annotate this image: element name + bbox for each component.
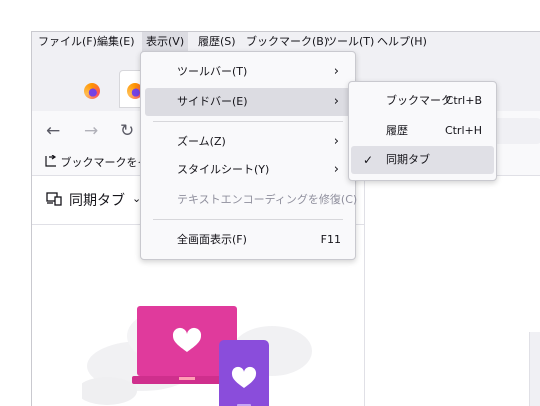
menu-item-label: スタイルシート(Y) — [177, 163, 270, 176]
menu-bookmarks[interactable]: ブックマーク(B) — [246, 32, 328, 52]
page-content — [365, 176, 540, 406]
back-icon[interactable]: ← — [46, 121, 60, 141]
synced-tabs-illustration — [82, 306, 312, 406]
menu-view[interactable]: 表示(V) — [142, 32, 189, 52]
view-menu-dropdown: ツールバー(T) › サイドバー(E) › ズーム(Z) › スタイルシート(Y… — [140, 51, 357, 260]
submenu-item-bookmarks[interactable]: ブックマーク Ctrl+B — [351, 87, 494, 115]
menu-bar: ファイル(F) 編集(E) 表示(V) 履歴(S) ブックマーク(B) ツール(… — [32, 32, 540, 52]
menu-separator — [153, 219, 343, 220]
forward-icon[interactable]: → — [84, 121, 98, 141]
import-bookmarks-icon — [45, 154, 57, 167]
sidebar-title: 同期タブ — [69, 193, 125, 209]
menu-item-toolbars[interactable]: ツールバー(T) › — [145, 58, 351, 86]
menu-help[interactable]: ヘルプ(H) — [377, 32, 427, 52]
menu-item-label: ツールバー(T) — [177, 65, 248, 78]
menu-item-label: ブックマーク — [386, 94, 452, 107]
menu-item-repair-encoding[interactable]: テキストエンコーディングを修復(C) — [145, 186, 357, 214]
menu-item-label: サイドバー(E) — [177, 95, 248, 108]
reload-icon[interactable]: ↻ — [120, 121, 134, 141]
menu-item-shortcut: Ctrl+B — [445, 94, 482, 107]
menu-item-shortcut: Ctrl+H — [444, 124, 482, 137]
menu-item-label: 同期タブ — [386, 153, 430, 166]
menu-item-zoom[interactable]: ズーム(Z) › — [145, 128, 351, 156]
submenu-item-synced-tabs[interactable]: ✓ 同期タブ — [351, 146, 494, 174]
menu-item-fullscreen[interactable]: 全画面表示(F) F11 — [145, 226, 351, 254]
scrollbar[interactable] — [529, 332, 540, 406]
sidebar-submenu: ブックマーク Ctrl+B 履歴 Ctrl+H ✓ 同期タブ — [348, 81, 497, 181]
menu-separator — [153, 121, 343, 122]
menu-item-sidebar[interactable]: サイドバー(E) › — [145, 88, 351, 116]
menu-item-shortcut: F11 — [320, 233, 341, 246]
menu-item-label: 履歴 — [386, 124, 408, 137]
menu-item-label: 全画面表示(F) — [177, 233, 247, 246]
chevron-right-icon: › — [333, 134, 339, 149]
menu-file[interactable]: ファイル(F) — [38, 32, 97, 52]
menu-tools[interactable]: ツール(T) — [326, 32, 374, 52]
chevron-right-icon: › — [333, 162, 339, 177]
synced-tabs-icon — [46, 192, 62, 206]
menu-edit[interactable]: 編集(E) — [97, 32, 135, 52]
menu-item-label: テキストエンコーディングを修復(C) — [177, 193, 358, 206]
menu-history[interactable]: 履歴(S) — [198, 32, 236, 52]
menu-item-label: ズーム(Z) — [177, 135, 226, 148]
menu-item-stylesheet[interactable]: スタイルシート(Y) › — [145, 156, 351, 184]
submenu-item-history[interactable]: 履歴 Ctrl+H — [351, 117, 494, 145]
chevron-right-icon: › — [333, 94, 339, 109]
firefox-tab-icon[interactable] — [84, 83, 100, 99]
checkmark-icon: ✓ — [363, 153, 374, 167]
chevron-right-icon: › — [333, 64, 339, 79]
